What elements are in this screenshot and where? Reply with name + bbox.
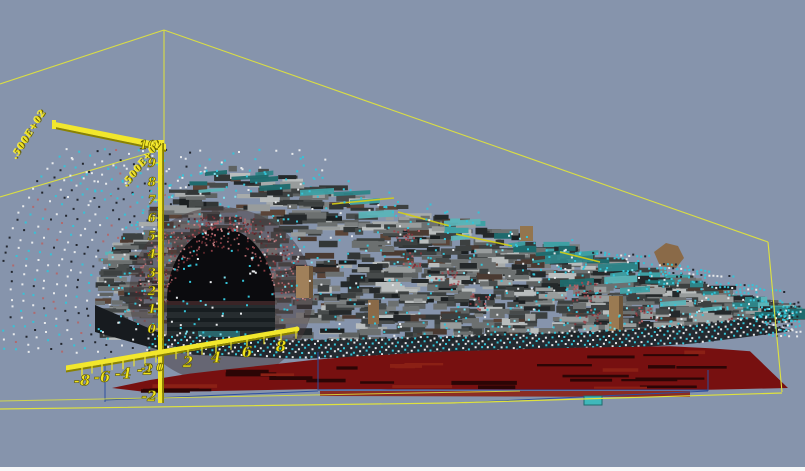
origin-label: -2 — [141, 389, 157, 405]
cyan-marker-box — [584, 396, 602, 405]
x-axis-tick-label: 6 — [242, 343, 253, 361]
x-axis-tick-label: 2 — [182, 353, 193, 371]
3d-model-viewport[interactable]: 109876543210-8-6-4-22468-10-2 .500E+02 .… — [0, 0, 805, 471]
x-axis-tick-label: -4 — [115, 364, 132, 382]
scene-canvas: 109876543210-8-6-4-22468-10-2 — [0, 0, 805, 471]
z-axis-tick-label: 7 — [148, 193, 157, 207]
origin-label: 0 — [156, 361, 164, 374]
x-axis-tick-label: -6 — [94, 368, 111, 386]
z-axis-tick-label: 0 — [148, 322, 157, 336]
x-axis-tick-label: -8 — [74, 371, 91, 389]
z-axis-tick-label: 8 — [148, 175, 157, 189]
z-axis-tick-label: 4 — [148, 247, 156, 261]
z-axis-tick-label: 3 — [148, 266, 156, 280]
z-axis-tick-label: 2 — [147, 284, 156, 298]
x-axis-tick-label: 4 — [211, 348, 221, 366]
bottom-margin — [0, 467, 805, 471]
z-axis-tick-label: 6 — [148, 211, 157, 225]
z-axis-tick-label: 1 — [148, 302, 156, 316]
origin-label: -1 — [141, 362, 153, 375]
x-axis-tick-label: 8 — [276, 337, 287, 355]
z-axis-tick-label: 5 — [148, 229, 156, 243]
